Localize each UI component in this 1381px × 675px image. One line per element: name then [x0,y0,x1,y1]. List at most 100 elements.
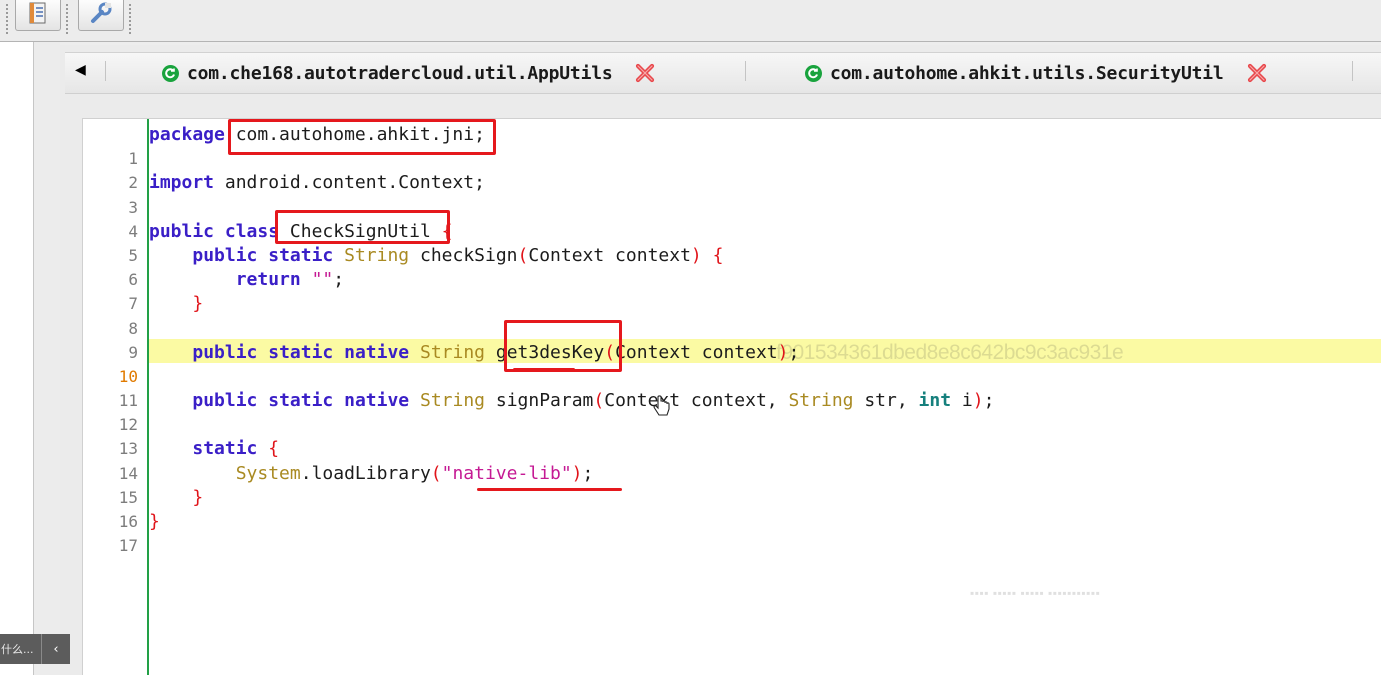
keyword-token: native [344,341,410,363]
code-line: 14 static { [83,437,1381,482]
paren-token: ) [777,341,789,363]
code-lines: 1 package com.autohome.ahkit.jni; 2 3 im… [83,123,1381,555]
code-line: 17 } [83,510,1381,555]
keyword-token: public [192,390,258,412]
indent-token [149,342,192,363]
close-icon[interactable] [1246,62,1268,84]
indent-token [149,487,192,508]
param-token: i [951,390,973,412]
paren-token: ( [593,390,605,412]
left-panel [0,42,34,675]
toolbar-grip[interactable] [6,4,8,34]
param-token: Context context, [604,390,789,412]
hand-cursor-icon [653,395,671,423]
indent-token [149,438,192,459]
keyword-token: static [268,390,334,412]
type-token: String [788,390,854,412]
line-number: 17 [118,536,138,556]
keyword-token: public [192,244,258,266]
brace-token: { [712,244,724,266]
param-token: Context context [528,244,691,266]
toolbar-grip[interactable] [129,4,131,34]
annotation-box-class [275,210,450,244]
toolbar-grip[interactable] [66,4,68,34]
semicolon-token: ; [582,462,594,484]
document-outline-icon [27,1,49,29]
keyword-token: native [344,390,410,412]
keyword-token: static [192,438,258,460]
tab-separator [105,61,106,81]
keyword-token: import [149,172,215,194]
watermark-faint: ▪▪▪▪ ▪▪▪▪▪ ▪▪▪▪▪ ▪▪▪▪▪▪▪▪▪▪▪ [970,586,1101,600]
brace-token: } [192,293,204,315]
type-token: String [419,390,486,412]
panel-gap [34,42,60,675]
paren-token: ) [571,462,583,484]
keyword-token: public [149,220,215,242]
method-name: checkSign [409,244,518,266]
tab-label: com.che168.autotradercloud.util.AppUtils [187,62,613,84]
tab-separator [1352,61,1353,81]
keyword-token: class [224,220,280,242]
code-editor[interactable]: f901534361dbed8e8c642bc9c3ac931e 1 packa… [82,118,1381,675]
semicolon-token: ; [333,269,345,291]
code-line-current: 10 public static native String get3desKe… [83,341,1381,386]
paren-token: ) [972,390,984,412]
brace-token: } [149,511,160,532]
close-icon[interactable] [634,62,656,84]
class-refresh-icon [805,64,822,82]
code-line: 11 [83,365,1381,410]
indent-token [149,269,236,290]
side-overlay-tab[interactable]: 什么... ‹ [0,634,70,664]
string-literal: "" [311,269,334,291]
brace-token: { [268,438,280,460]
tab-bar: ◀ com.che168.autotradercloud.util.AppUti… [65,52,1381,94]
indent-token [149,245,192,266]
screen-root: ◀ com.che168.autotradercloud.util.AppUti… [0,0,1381,675]
toolbar [0,0,1381,42]
tab-scroll-left-button[interactable]: ◀ [75,62,86,78]
wrench-icon [89,1,113,29]
keyword-token: return [235,269,301,291]
code-line: 12 public static native String signParam… [83,389,1381,434]
tab-securityutil[interactable]: com.autohome.ahkit.utils.SecurityUtil [805,53,1268,93]
paren-token: ( [430,462,442,484]
indent-token [149,293,192,314]
side-overlay-label: 什么... [1,643,34,656]
tab-label: com.autohome.ahkit.utils.SecurityUtil [830,62,1224,84]
keyword-token: package [149,124,225,145]
chevron-left-icon[interactable]: ‹ [42,642,70,657]
outline-button[interactable] [15,0,61,31]
code-line: 13 [83,413,1381,458]
param-token: str, [853,390,919,412]
editor-pane: ◀ com.che168.autotradercloud.util.AppUti… [60,45,1381,675]
keyword-token: static [268,244,334,266]
primitive-token: int [918,390,952,412]
param-token: Context context [615,341,778,363]
indent-token [149,390,192,411]
settings-button[interactable] [78,0,124,31]
code-line: 15 System.loadLibrary("native-lib"); [83,462,1381,507]
type-token: String [344,244,410,266]
brace-token: } [192,486,204,508]
code-line: 8 } [83,292,1381,337]
class-refresh-icon [162,64,179,82]
tab-separator [745,61,746,81]
code-line: 9 [83,317,1381,362]
annotation-underline-library [477,488,622,491]
annotation-box-method [504,320,622,372]
code-line: 6 public static String checkSign(Context… [83,244,1381,289]
semicolon-token: ; [983,390,995,412]
tab-apputils[interactable]: com.che168.autotradercloud.util.AppUtils [162,53,656,93]
